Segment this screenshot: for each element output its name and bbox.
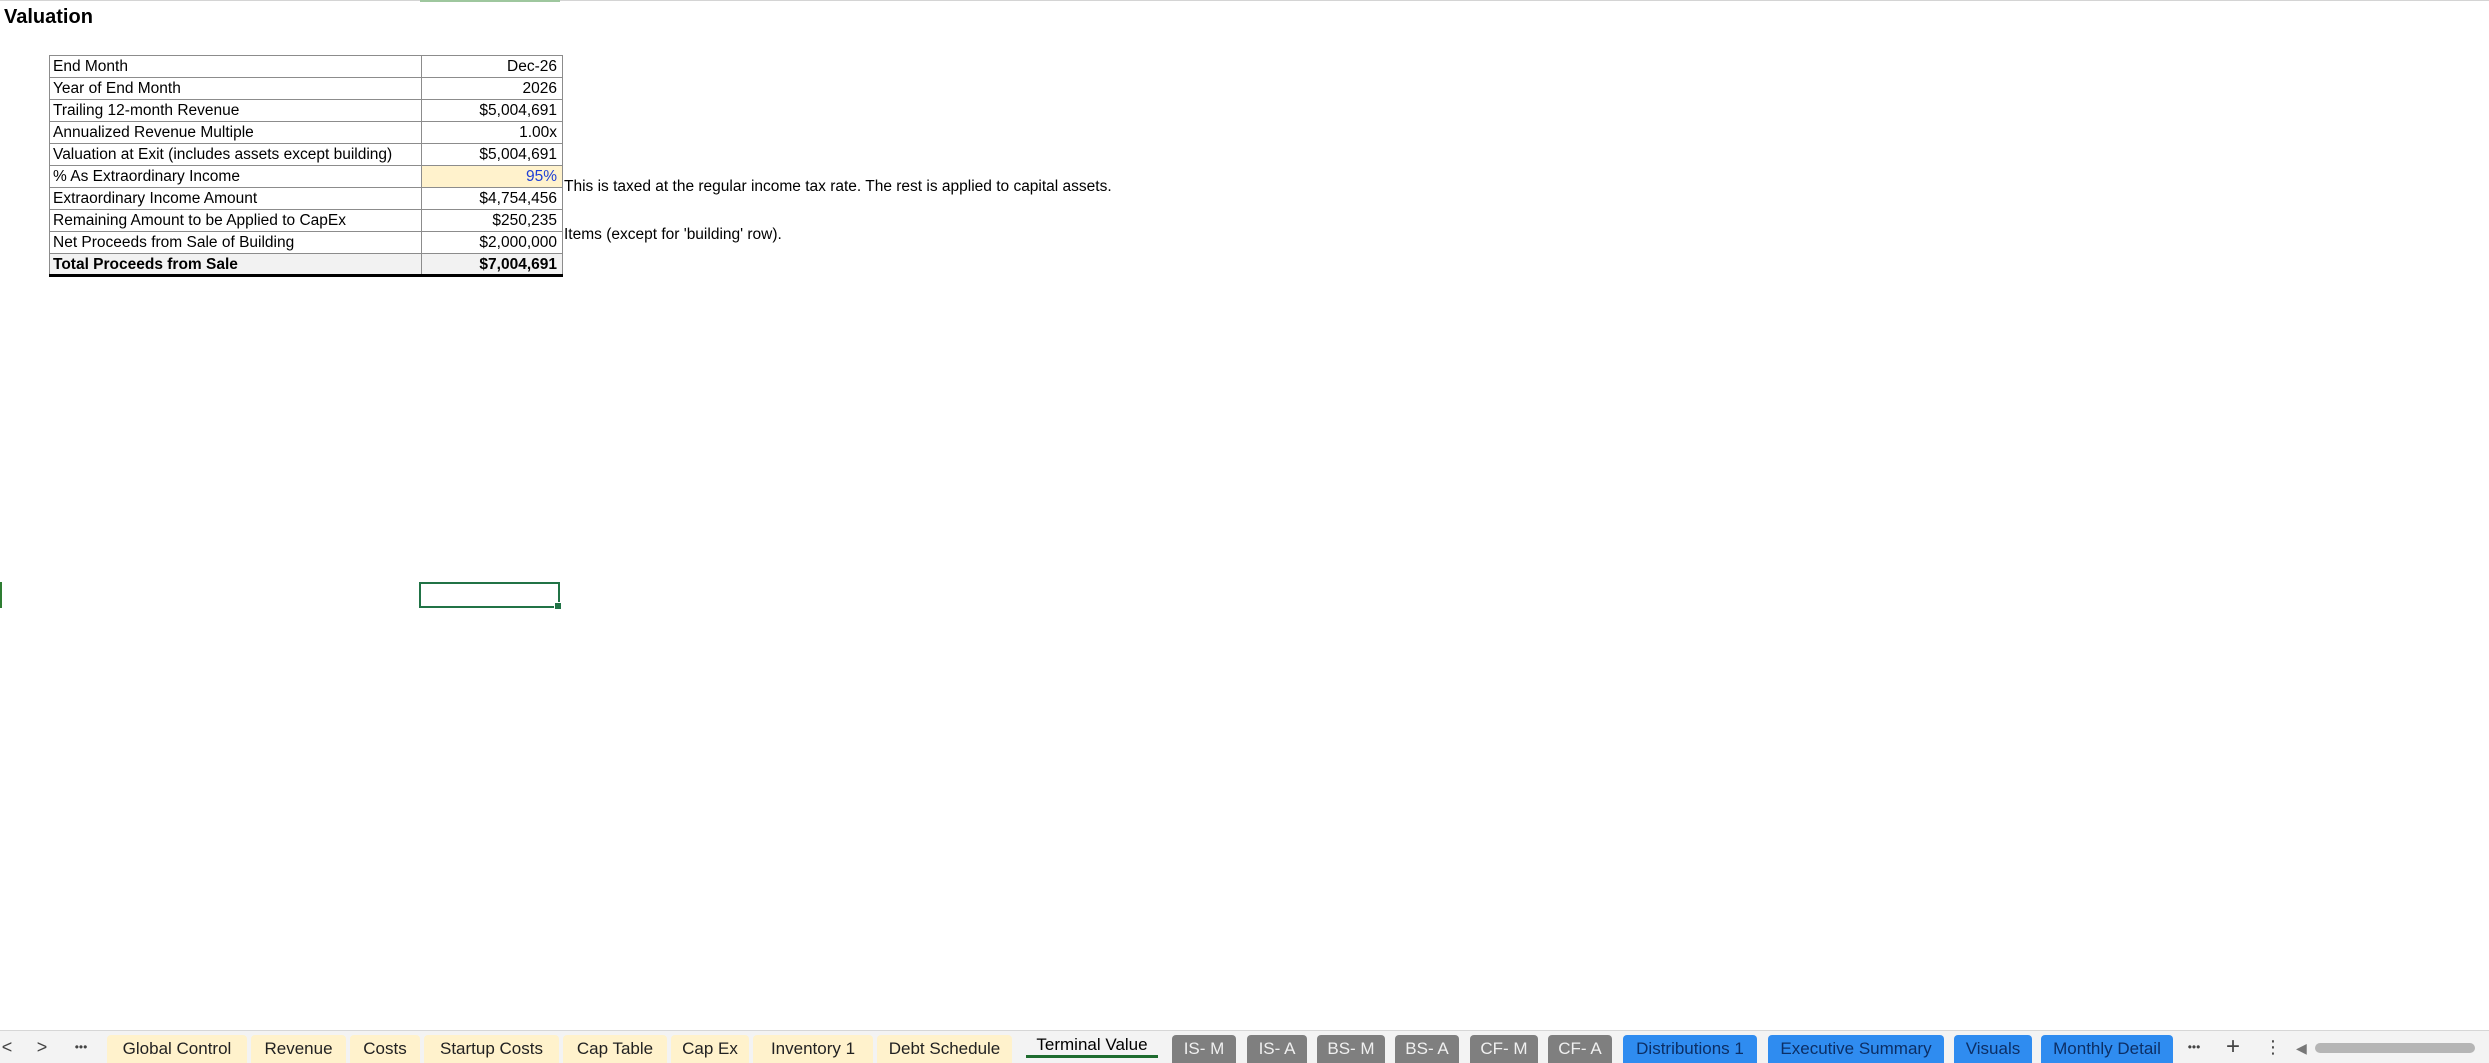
- tab-cf-a[interactable]: CF- A: [1548, 1035, 1612, 1063]
- tab-global-control[interactable]: Global Control: [107, 1035, 247, 1063]
- table-row: Year of End Month 2026: [49, 77, 563, 100]
- tab-cf-m[interactable]: CF- M: [1470, 1035, 1538, 1063]
- tab-debt-schedule[interactable]: Debt Schedule: [877, 1035, 1012, 1063]
- more-tabs-right-icon[interactable]: •••: [2181, 1031, 2207, 1063]
- row-highlight-mark: [0, 582, 2, 608]
- cell-value-remaining-capex[interactable]: $250,235: [421, 209, 563, 232]
- cell-label-revenue-multiple[interactable]: Annualized Revenue Multiple: [49, 121, 422, 144]
- sheet-title: Valuation: [4, 6, 93, 28]
- scroll-left-arrow-icon[interactable]: ◀: [2296, 1039, 2307, 1057]
- tab-cap-ex[interactable]: Cap Ex: [671, 1035, 749, 1063]
- table-row: Valuation at Exit (includes assets excep…: [49, 143, 563, 166]
- fill-handle[interactable]: [554, 602, 562, 610]
- sheet-options-kebab-icon[interactable]: ⋮: [2262, 1031, 2284, 1063]
- more-tabs-left-icon[interactable]: •••: [68, 1031, 94, 1063]
- cell-value-total-proceeds[interactable]: $7,004,691: [421, 253, 563, 277]
- tab-monthly-detail[interactable]: Monthly Detail: [2041, 1035, 2173, 1063]
- tab-terminal-value[interactable]: Terminal Value: [1022, 1031, 1162, 1063]
- tab-cap-table[interactable]: Cap Table: [563, 1035, 667, 1063]
- cell-label-valuation-at-exit[interactable]: Valuation at Exit (includes assets excep…: [49, 143, 422, 166]
- cell-label-year-end-month[interactable]: Year of End Month: [49, 77, 422, 100]
- cell-label-building-proceeds[interactable]: Net Proceeds from Sale of Building: [49, 231, 422, 254]
- tab-bs-m[interactable]: BS- M: [1317, 1035, 1385, 1063]
- note-extraordinary-income[interactable]: This is taxed at the regular income tax …: [564, 176, 1112, 198]
- tab-inventory-1[interactable]: Inventory 1: [753, 1035, 873, 1063]
- tab-is-a[interactable]: IS- A: [1247, 1035, 1307, 1063]
- tab-costs[interactable]: Costs: [350, 1035, 420, 1063]
- valuation-table: End Month Dec-26 Year of End Month 2026 …: [49, 55, 563, 277]
- table-row: Net Proceeds from Sale of Building $2,00…: [49, 231, 563, 254]
- cell-value-year-end-month[interactable]: 2026: [421, 77, 563, 100]
- tab-terminal-value-label: Terminal Value: [1036, 1035, 1148, 1054]
- column-highlight-mark: [420, 0, 560, 2]
- tab-executive-summary[interactable]: Executive Summary: [1768, 1035, 1944, 1063]
- table-row: Annualized Revenue Multiple 1.00x: [49, 121, 563, 144]
- active-tab-underline: [1026, 1055, 1158, 1058]
- tab-bs-a[interactable]: BS- A: [1395, 1035, 1459, 1063]
- cell-value-extraordinary-amount[interactable]: $4,754,456: [421, 187, 563, 210]
- cell-label-pct-extraordinary[interactable]: % As Extraordinary Income: [49, 165, 422, 188]
- cell-value-valuation-at-exit[interactable]: $5,004,691: [421, 143, 563, 166]
- table-row: Extraordinary Income Amount $4,754,456: [49, 187, 563, 210]
- horizontal-scrollbar[interactable]: [2315, 1043, 2475, 1053]
- selected-cell[interactable]: [419, 582, 562, 610]
- cell-value-end-month[interactable]: Dec-26: [421, 55, 563, 78]
- cell-value-revenue-multiple[interactable]: 1.00x: [421, 121, 563, 144]
- cell-value-building-proceeds[interactable]: $2,000,000: [421, 231, 563, 254]
- cell-label-total-proceeds[interactable]: Total Proceeds from Sale: [49, 253, 422, 277]
- tab-is-m[interactable]: IS- M: [1172, 1035, 1236, 1063]
- sheet-tab-bar: < > ••• Global Control Revenue Costs Sta…: [0, 1030, 2489, 1063]
- tab-revenue[interactable]: Revenue: [251, 1035, 346, 1063]
- cell-value-trailing-revenue[interactable]: $5,004,691: [421, 99, 563, 122]
- table-row-total: Total Proceeds from Sale $7,004,691: [49, 253, 563, 277]
- tab-distributions-1[interactable]: Distributions 1: [1623, 1035, 1757, 1063]
- sheet-top-border: [0, 0, 2489, 1]
- add-sheet-plus-icon[interactable]: +: [2220, 1031, 2246, 1063]
- prev-sheet-arrow-icon[interactable]: <: [0, 1031, 14, 1063]
- table-row: % As Extraordinary Income 95%: [49, 165, 563, 188]
- tab-startup-costs[interactable]: Startup Costs: [424, 1035, 559, 1063]
- tab-visuals[interactable]: Visuals: [1954, 1035, 2032, 1063]
- table-row: Remaining Amount to be Applied to CapEx …: [49, 209, 563, 232]
- cell-label-extraordinary-amount[interactable]: Extraordinary Income Amount: [49, 187, 422, 210]
- cell-input-pct-extraordinary[interactable]: 95%: [421, 165, 563, 188]
- note-capex-items[interactable]: Items (except for 'building' row).: [564, 224, 782, 246]
- cell-label-trailing-revenue[interactable]: Trailing 12-month Revenue: [49, 99, 422, 122]
- next-sheet-arrow-icon[interactable]: >: [30, 1031, 54, 1063]
- cell-label-end-month[interactable]: End Month: [49, 55, 422, 78]
- table-row: Trailing 12-month Revenue $5,004,691: [49, 99, 563, 122]
- table-row: End Month Dec-26: [49, 55, 563, 78]
- cell-label-remaining-capex[interactable]: Remaining Amount to be Applied to CapEx: [49, 209, 422, 232]
